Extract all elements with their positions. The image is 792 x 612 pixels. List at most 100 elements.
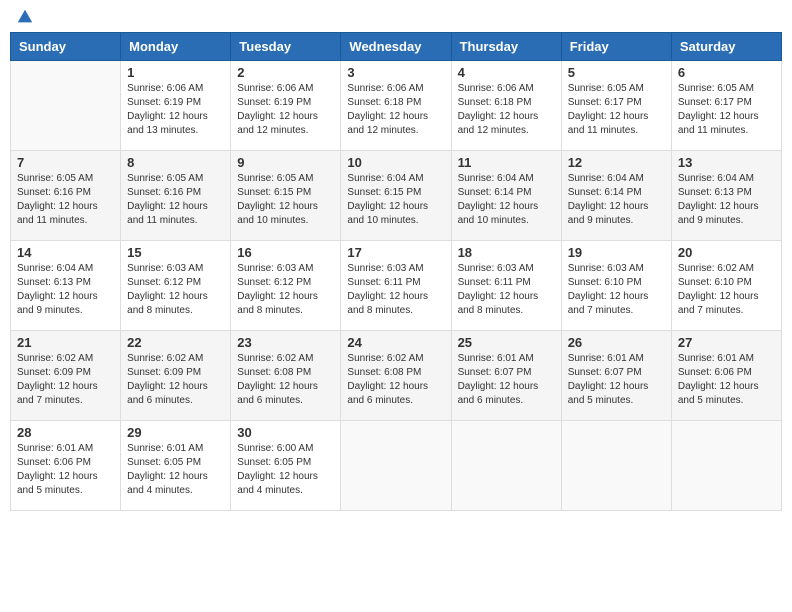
day-info: Sunrise: 6:04 AMSunset: 6:14 PMDaylight:… [568,172,665,228]
weekday-header-thursday: Thursday [451,33,561,61]
sunrise-text: Sunrise: 6:02 AM [17,352,114,366]
calendar-cell: 6Sunrise: 6:05 AMSunset: 6:17 PMDaylight… [671,61,781,151]
sunrise-text: Sunrise: 6:03 AM [458,262,555,276]
sunrise-text: Sunrise: 6:02 AM [347,352,444,366]
sunrise-text: Sunrise: 6:01 AM [17,442,114,456]
calendar-cell: 2 Sunrise: 6:06 AMSunset: 6:19 PMDaylight… [231,61,341,151]
calendar-week-row: 14Sunrise: 6:04 AMSunset: 6:13 PMDayligh… [11,241,782,331]
day-number: 29 [127,425,224,440]
calendar-cell [11,61,121,151]
page-header [10,10,782,26]
calendar-week-row: 28 Sunrise: 6:01 AMSunset: 6:06 PMDayligh… [11,421,782,511]
sunset-text: Sunset: 6:12 PM [237,276,334,290]
sunrise-text: Sunrise: 6:04 AM [678,172,775,186]
day-info: Sunrise: 6:05 AMSunset: 6:16 PMDaylight:… [17,172,114,228]
day-number: 12 [568,155,665,170]
daylight-text: Daylight: 12 hours and 12 minutes. [237,110,334,138]
daylight-text: Daylight: 12 hours and 8 minutes. [347,290,444,318]
daylight-text: Daylight: 12 hours and 11 minutes. [127,200,224,228]
sunset-text: Sunset: 6:13 PM [678,186,775,200]
day-number: 28 [17,425,114,440]
day-number: 4 [458,65,555,80]
day-info: Sunrise: 6:06 AMSunset: 6:19 PMDaylight:… [127,82,224,138]
daylight-text: Daylight: 12 hours and 10 minutes. [237,200,334,228]
sunset-text: Sunset: 6:08 PM [237,366,334,380]
calendar-cell: 26Sunrise: 6:01 AMSunset: 6:07 PMDayligh… [561,331,671,421]
calendar-cell: 21Sunrise: 6:02 AMSunset: 6:09 PMDayligh… [11,331,121,421]
sunset-text: Sunset: 6:15 PM [347,186,444,200]
weekday-header-saturday: Saturday [671,33,781,61]
sunset-text: Sunset: 6:17 PM [568,96,665,110]
sunrise-text: Sunrise: 6:05 AM [127,172,224,186]
calendar-cell [671,421,781,511]
day-info: Sunrise: 6:01 AMSunset: 6:06 PMDaylight:… [17,442,114,498]
day-info: Sunrise: 6:02 AMSunset: 6:10 PMDaylight:… [678,262,775,318]
day-info: Sunrise: 6:01 AMSunset: 6:05 PMDaylight:… [127,442,224,498]
day-info: Sunrise: 6:06 AMSunset: 6:19 PMDaylight:… [237,82,334,138]
day-number: 10 [347,155,444,170]
calendar-cell: 8 Sunrise: 6:05 AMSunset: 6:16 PMDaylight… [121,151,231,241]
calendar-cell: 29 Sunrise: 6:01 AMSunset: 6:05 PMDayligh… [121,421,231,511]
calendar-cell: 28 Sunrise: 6:01 AMSunset: 6:06 PMDayligh… [11,421,121,511]
logo-icon [16,8,34,26]
day-number: 25 [458,335,555,350]
sunset-text: Sunset: 6:11 PM [458,276,555,290]
day-number: 11 [458,155,555,170]
day-number: 22 [127,335,224,350]
daylight-text: Daylight: 12 hours and 6 minutes. [237,380,334,408]
calendar-cell: 17Sunrise: 6:03 AMSunset: 6:11 PMDayligh… [341,241,451,331]
day-info: Sunrise: 6:05 AMSunset: 6:16 PMDaylight:… [127,172,224,228]
day-info: Sunrise: 6:06 AMSunset: 6:18 PMDaylight:… [458,82,555,138]
day-info: Sunrise: 6:06 AMSunset: 6:18 PMDaylight:… [347,82,444,138]
day-info: Sunrise: 6:05 AMSunset: 6:17 PMDaylight:… [678,82,775,138]
day-info: Sunrise: 6:01 AMSunset: 6:07 PMDaylight:… [458,352,555,408]
sunrise-text: Sunrise: 6:06 AM [347,82,444,96]
day-info: Sunrise: 6:05 AMSunset: 6:17 PMDaylight:… [568,82,665,138]
day-number: 21 [17,335,114,350]
day-number: 24 [347,335,444,350]
sunset-text: Sunset: 6:13 PM [17,276,114,290]
day-info: Sunrise: 6:03 AMSunset: 6:11 PMDaylight:… [347,262,444,318]
calendar-week-row: 1 Sunrise: 6:06 AMSunset: 6:19 PMDaylight… [11,61,782,151]
day-number: 1 [127,65,224,80]
sunset-text: Sunset: 6:07 PM [458,366,555,380]
day-number: 5 [568,65,665,80]
daylight-text: Daylight: 12 hours and 13 minutes. [127,110,224,138]
daylight-text: Daylight: 12 hours and 6 minutes. [347,380,444,408]
day-number: 18 [458,245,555,260]
day-info: Sunrise: 6:03 AMSunset: 6:10 PMDaylight:… [568,262,665,318]
calendar-cell [341,421,451,511]
weekday-header-wednesday: Wednesday [341,33,451,61]
daylight-text: Daylight: 12 hours and 11 minutes. [568,110,665,138]
sunset-text: Sunset: 6:06 PM [17,456,114,470]
sunset-text: Sunset: 6:18 PM [347,96,444,110]
day-info: Sunrise: 6:00 AMSunset: 6:05 PMDaylight:… [237,442,334,498]
day-info: Sunrise: 6:04 AMSunset: 6:13 PMDaylight:… [17,262,114,318]
sunset-text: Sunset: 6:16 PM [17,186,114,200]
calendar-cell: 18 Sunrise: 6:03 AMSunset: 6:11 PMDayligh… [451,241,561,331]
daylight-text: Daylight: 12 hours and 5 minutes. [568,380,665,408]
day-number: 19 [568,245,665,260]
daylight-text: Daylight: 12 hours and 11 minutes. [678,110,775,138]
calendar-cell: 3Sunrise: 6:06 AMSunset: 6:18 PMDaylight… [341,61,451,151]
sunrise-text: Sunrise: 6:06 AM [458,82,555,96]
day-number: 2 [237,65,334,80]
weekday-header-tuesday: Tuesday [231,33,341,61]
weekday-header-sunday: Sunday [11,33,121,61]
daylight-text: Daylight: 12 hours and 8 minutes. [458,290,555,318]
sunset-text: Sunset: 6:14 PM [568,186,665,200]
daylight-text: Daylight: 12 hours and 9 minutes. [17,290,114,318]
day-number: 8 [127,155,224,170]
calendar-week-row: 21Sunrise: 6:02 AMSunset: 6:09 PMDayligh… [11,331,782,421]
sunset-text: Sunset: 6:17 PM [678,96,775,110]
day-number: 15 [127,245,224,260]
day-number: 9 [237,155,334,170]
weekday-header-friday: Friday [561,33,671,61]
daylight-text: Daylight: 12 hours and 9 minutes. [678,200,775,228]
sunrise-text: Sunrise: 6:05 AM [17,172,114,186]
sunset-text: Sunset: 6:11 PM [347,276,444,290]
day-info: Sunrise: 6:01 AMSunset: 6:06 PMDaylight:… [678,352,775,408]
sunset-text: Sunset: 6:06 PM [678,366,775,380]
daylight-text: Daylight: 12 hours and 8 minutes. [237,290,334,318]
sunrise-text: Sunrise: 6:04 AM [17,262,114,276]
